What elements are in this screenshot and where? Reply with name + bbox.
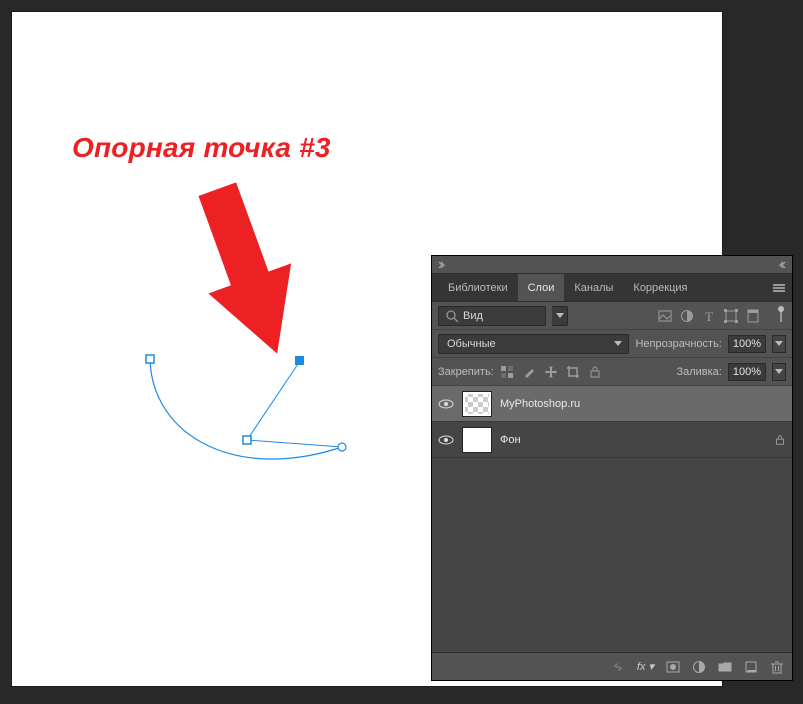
tab-channels[interactable]: Каналы <box>564 274 623 301</box>
layers-panel: Библиотеки Слои Каналы Коррекция Вид T <box>432 256 792 680</box>
layer-search-caret[interactable] <box>552 306 568 326</box>
filter-smart-icon[interactable] <box>746 309 760 323</box>
collapse-icon[interactable] <box>778 260 788 270</box>
eye-icon[interactable] <box>438 399 454 409</box>
blend-mode-select[interactable]: Обычные <box>438 334 629 354</box>
mask-icon[interactable] <box>666 660 680 674</box>
filter-adjust-icon[interactable] <box>680 309 694 323</box>
layer-thumbnail[interactable] <box>462 427 492 453</box>
opacity-caret[interactable] <box>772 335 786 353</box>
panel-menu-icon[interactable] <box>766 274 792 301</box>
layer-search[interactable]: Вид <box>438 306 546 326</box>
lock-brush-icon[interactable] <box>522 365 536 379</box>
lock-row: Закрепить: Заливка: 100% <box>432 358 792 386</box>
opacity-label: Непрозрачность: <box>635 338 721 350</box>
anchor-point-1[interactable] <box>146 355 154 363</box>
eye-icon[interactable] <box>438 435 454 445</box>
expand-icon[interactable] <box>436 260 446 270</box>
layer-thumbnail[interactable] <box>462 391 492 417</box>
annotation-label: Опорная точка #3 <box>72 132 331 164</box>
lock-all-icon[interactable] <box>588 365 602 379</box>
lock-move-icon[interactable] <box>544 365 558 379</box>
layer-name[interactable]: MyPhotoshop.ru <box>500 398 786 410</box>
panel-footer: fx ▾ <box>432 652 792 680</box>
blend-mode-value: Обычные <box>447 338 496 350</box>
lock-icon[interactable] <box>774 434 786 446</box>
new-layer-icon[interactable] <box>744 660 758 674</box>
layers-list[interactable]: MyPhotoshop.ru Фон <box>432 386 792 652</box>
pen-path[interactable] <box>142 347 362 467</box>
fill-caret[interactable] <box>772 363 786 381</box>
adjustment-icon[interactable] <box>692 660 706 674</box>
filter-toggle[interactable] <box>780 310 786 322</box>
layer-row[interactable]: MyPhotoshop.ru <box>432 386 792 422</box>
direction-handle[interactable] <box>338 443 346 451</box>
fill-value[interactable]: 100% <box>728 363 766 381</box>
lock-crop-icon[interactable] <box>566 365 580 379</box>
layer-filter-row: Вид T <box>432 302 792 330</box>
blend-mode-row: Обычные Непрозрачность: 100% <box>432 330 792 358</box>
svg-text:T: T <box>705 309 713 323</box>
lock-pixels-icon[interactable] <box>500 365 514 379</box>
lock-label: Закрепить: <box>438 366 494 378</box>
layer-search-label: Вид <box>463 310 483 322</box>
folder-icon[interactable] <box>718 660 732 674</box>
filter-shape-icon[interactable] <box>724 309 738 323</box>
annotation-arrow <box>182 172 322 362</box>
layer-name[interactable]: Фон <box>500 434 766 446</box>
filter-text-icon[interactable]: T <box>702 309 716 323</box>
opacity-value[interactable]: 100% <box>728 335 766 353</box>
search-icon <box>445 309 459 323</box>
panel-titlebar[interactable] <box>432 256 792 274</box>
tab-layers[interactable]: Слои <box>518 274 565 301</box>
tab-libraries[interactable]: Библиотеки <box>438 274 518 301</box>
layer-row[interactable]: Фон <box>432 422 792 458</box>
link-icon[interactable] <box>611 660 625 674</box>
panel-tabs: Библиотеки Слои Каналы Коррекция <box>432 274 792 302</box>
filter-image-icon[interactable] <box>658 309 672 323</box>
chevron-down-icon <box>614 341 622 346</box>
anchor-point-2[interactable] <box>243 436 251 444</box>
anchor-point-3[interactable] <box>295 356 304 365</box>
trash-icon[interactable] <box>770 660 784 674</box>
fill-label: Заливка: <box>676 366 721 378</box>
fx-icon[interactable]: fx ▾ <box>637 660 654 673</box>
tab-corrections[interactable]: Коррекция <box>623 274 697 301</box>
